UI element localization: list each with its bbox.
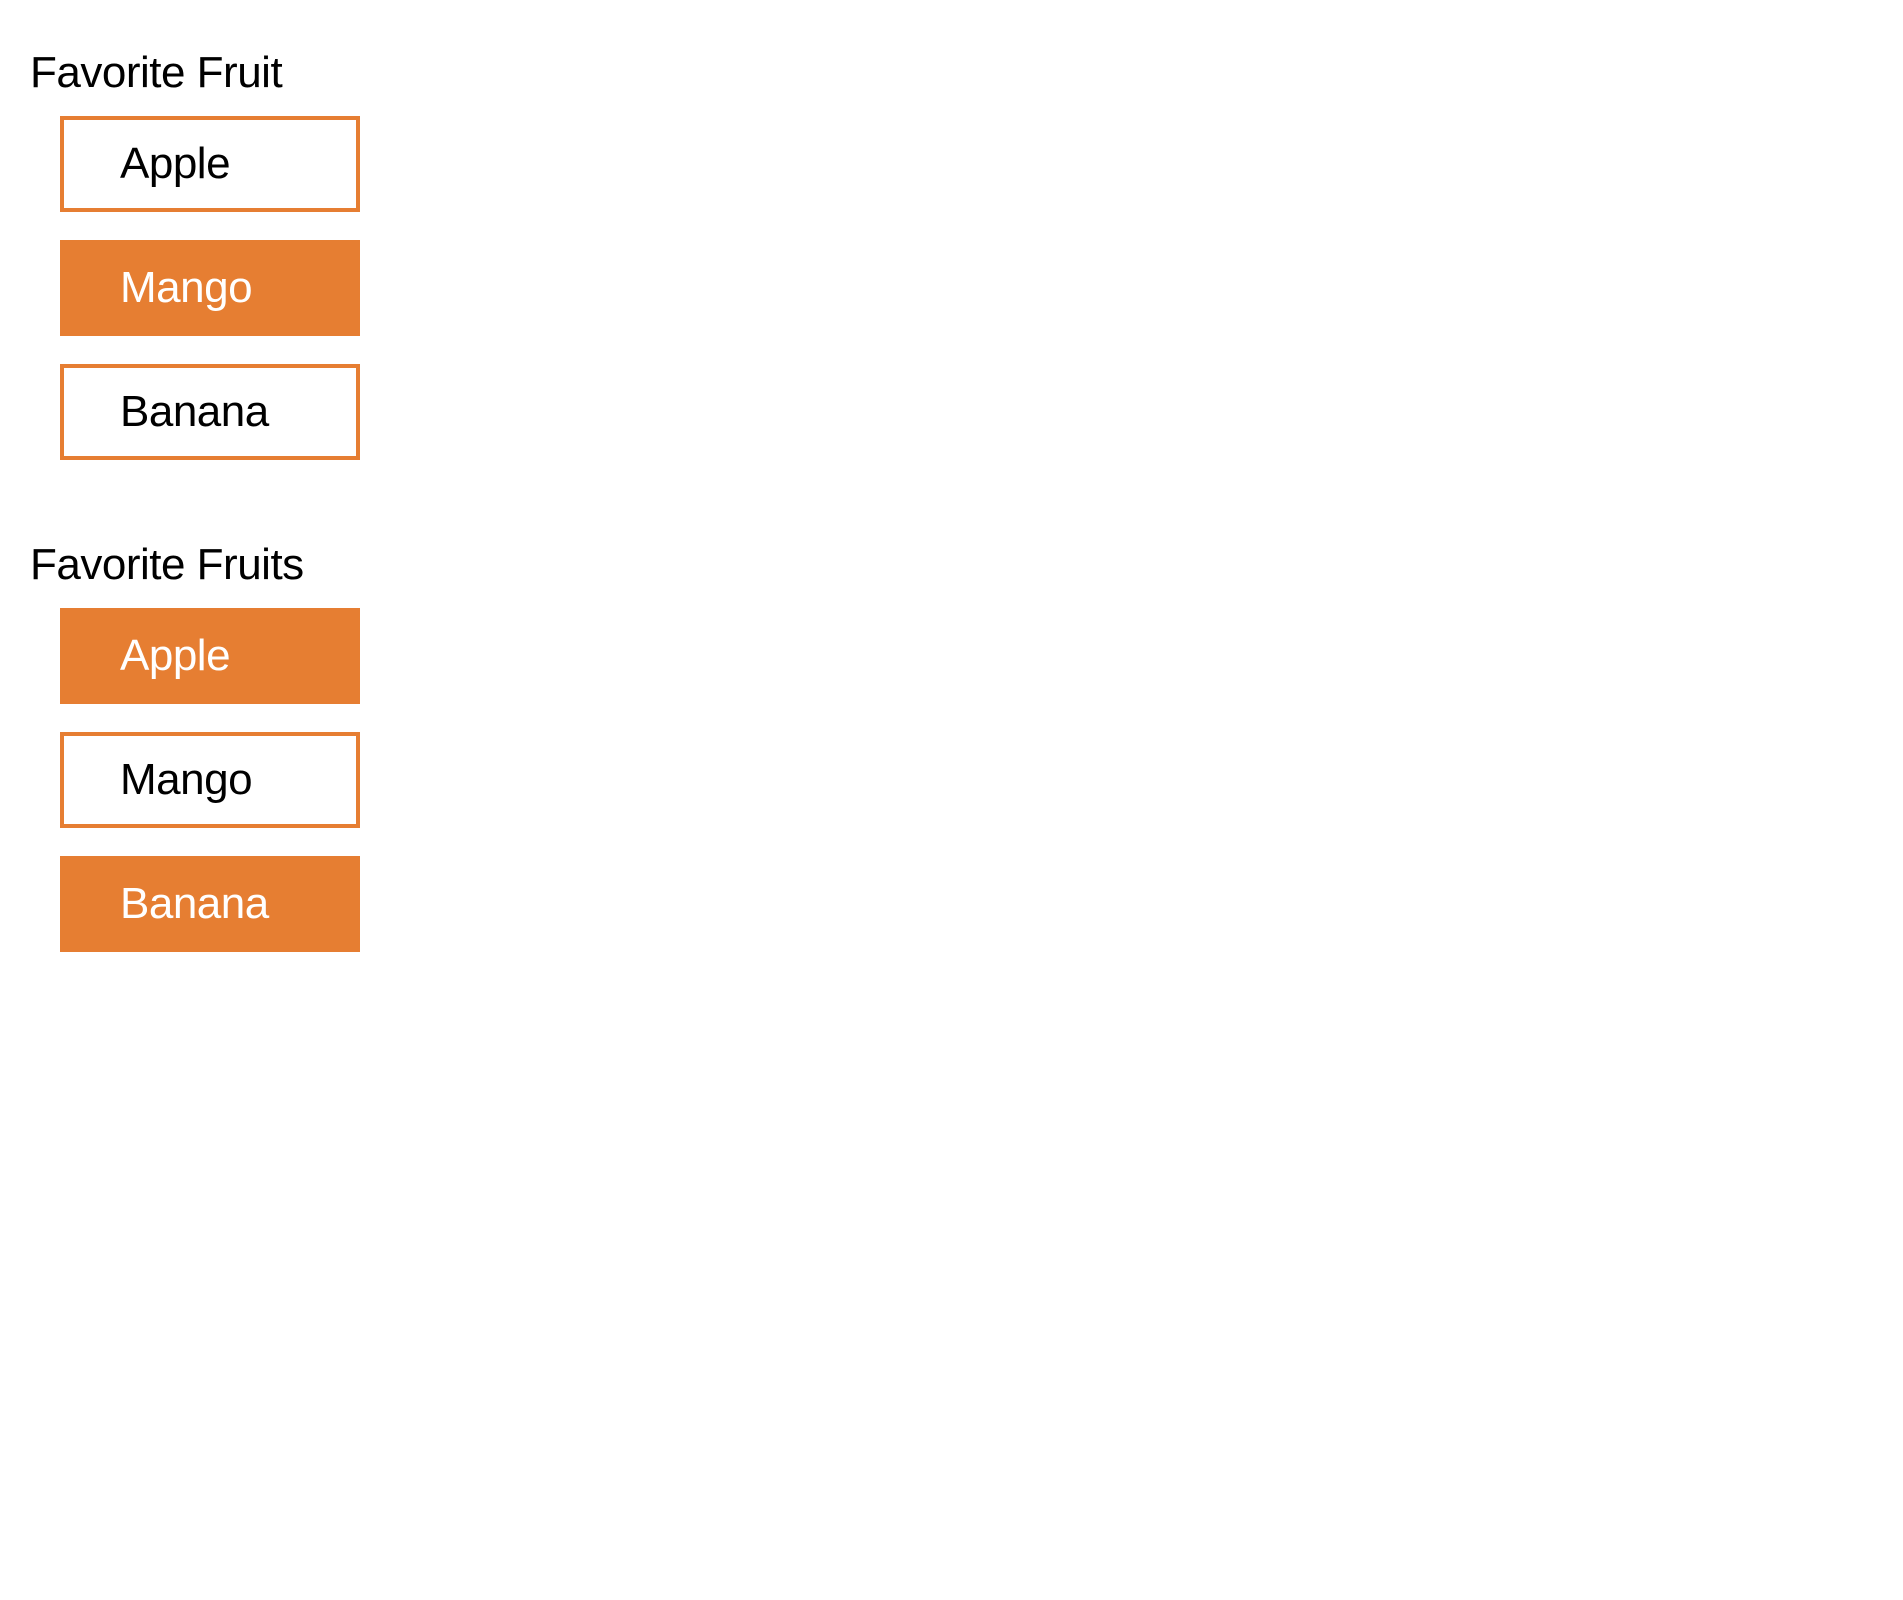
option-apple[interactable]: Apple	[60, 116, 360, 212]
group-title-single: Favorite Fruit	[30, 48, 1873, 98]
option-label: Mango	[120, 755, 252, 805]
option-list-single: Apple Mango Banana	[30, 116, 1873, 460]
option-label: Mango	[120, 263, 252, 313]
option-banana[interactable]: Banana	[60, 364, 360, 460]
option-apple-multi[interactable]: Apple	[60, 608, 360, 704]
option-label: Banana	[120, 387, 269, 437]
favorite-fruit-group: Favorite Fruit Apple Mango Banana	[30, 48, 1873, 460]
option-banana-multi[interactable]: Banana	[60, 856, 360, 952]
favorite-fruits-group: Favorite Fruits Apple Mango Banana	[30, 540, 1873, 952]
group-title-multi: Favorite Fruits	[30, 540, 1873, 590]
option-mango[interactable]: Mango	[60, 240, 360, 336]
option-mango-multi[interactable]: Mango	[60, 732, 360, 828]
option-label: Apple	[120, 631, 230, 681]
option-label: Banana	[120, 879, 269, 929]
option-list-multi: Apple Mango Banana	[30, 608, 1873, 952]
option-label: Apple	[120, 139, 230, 189]
